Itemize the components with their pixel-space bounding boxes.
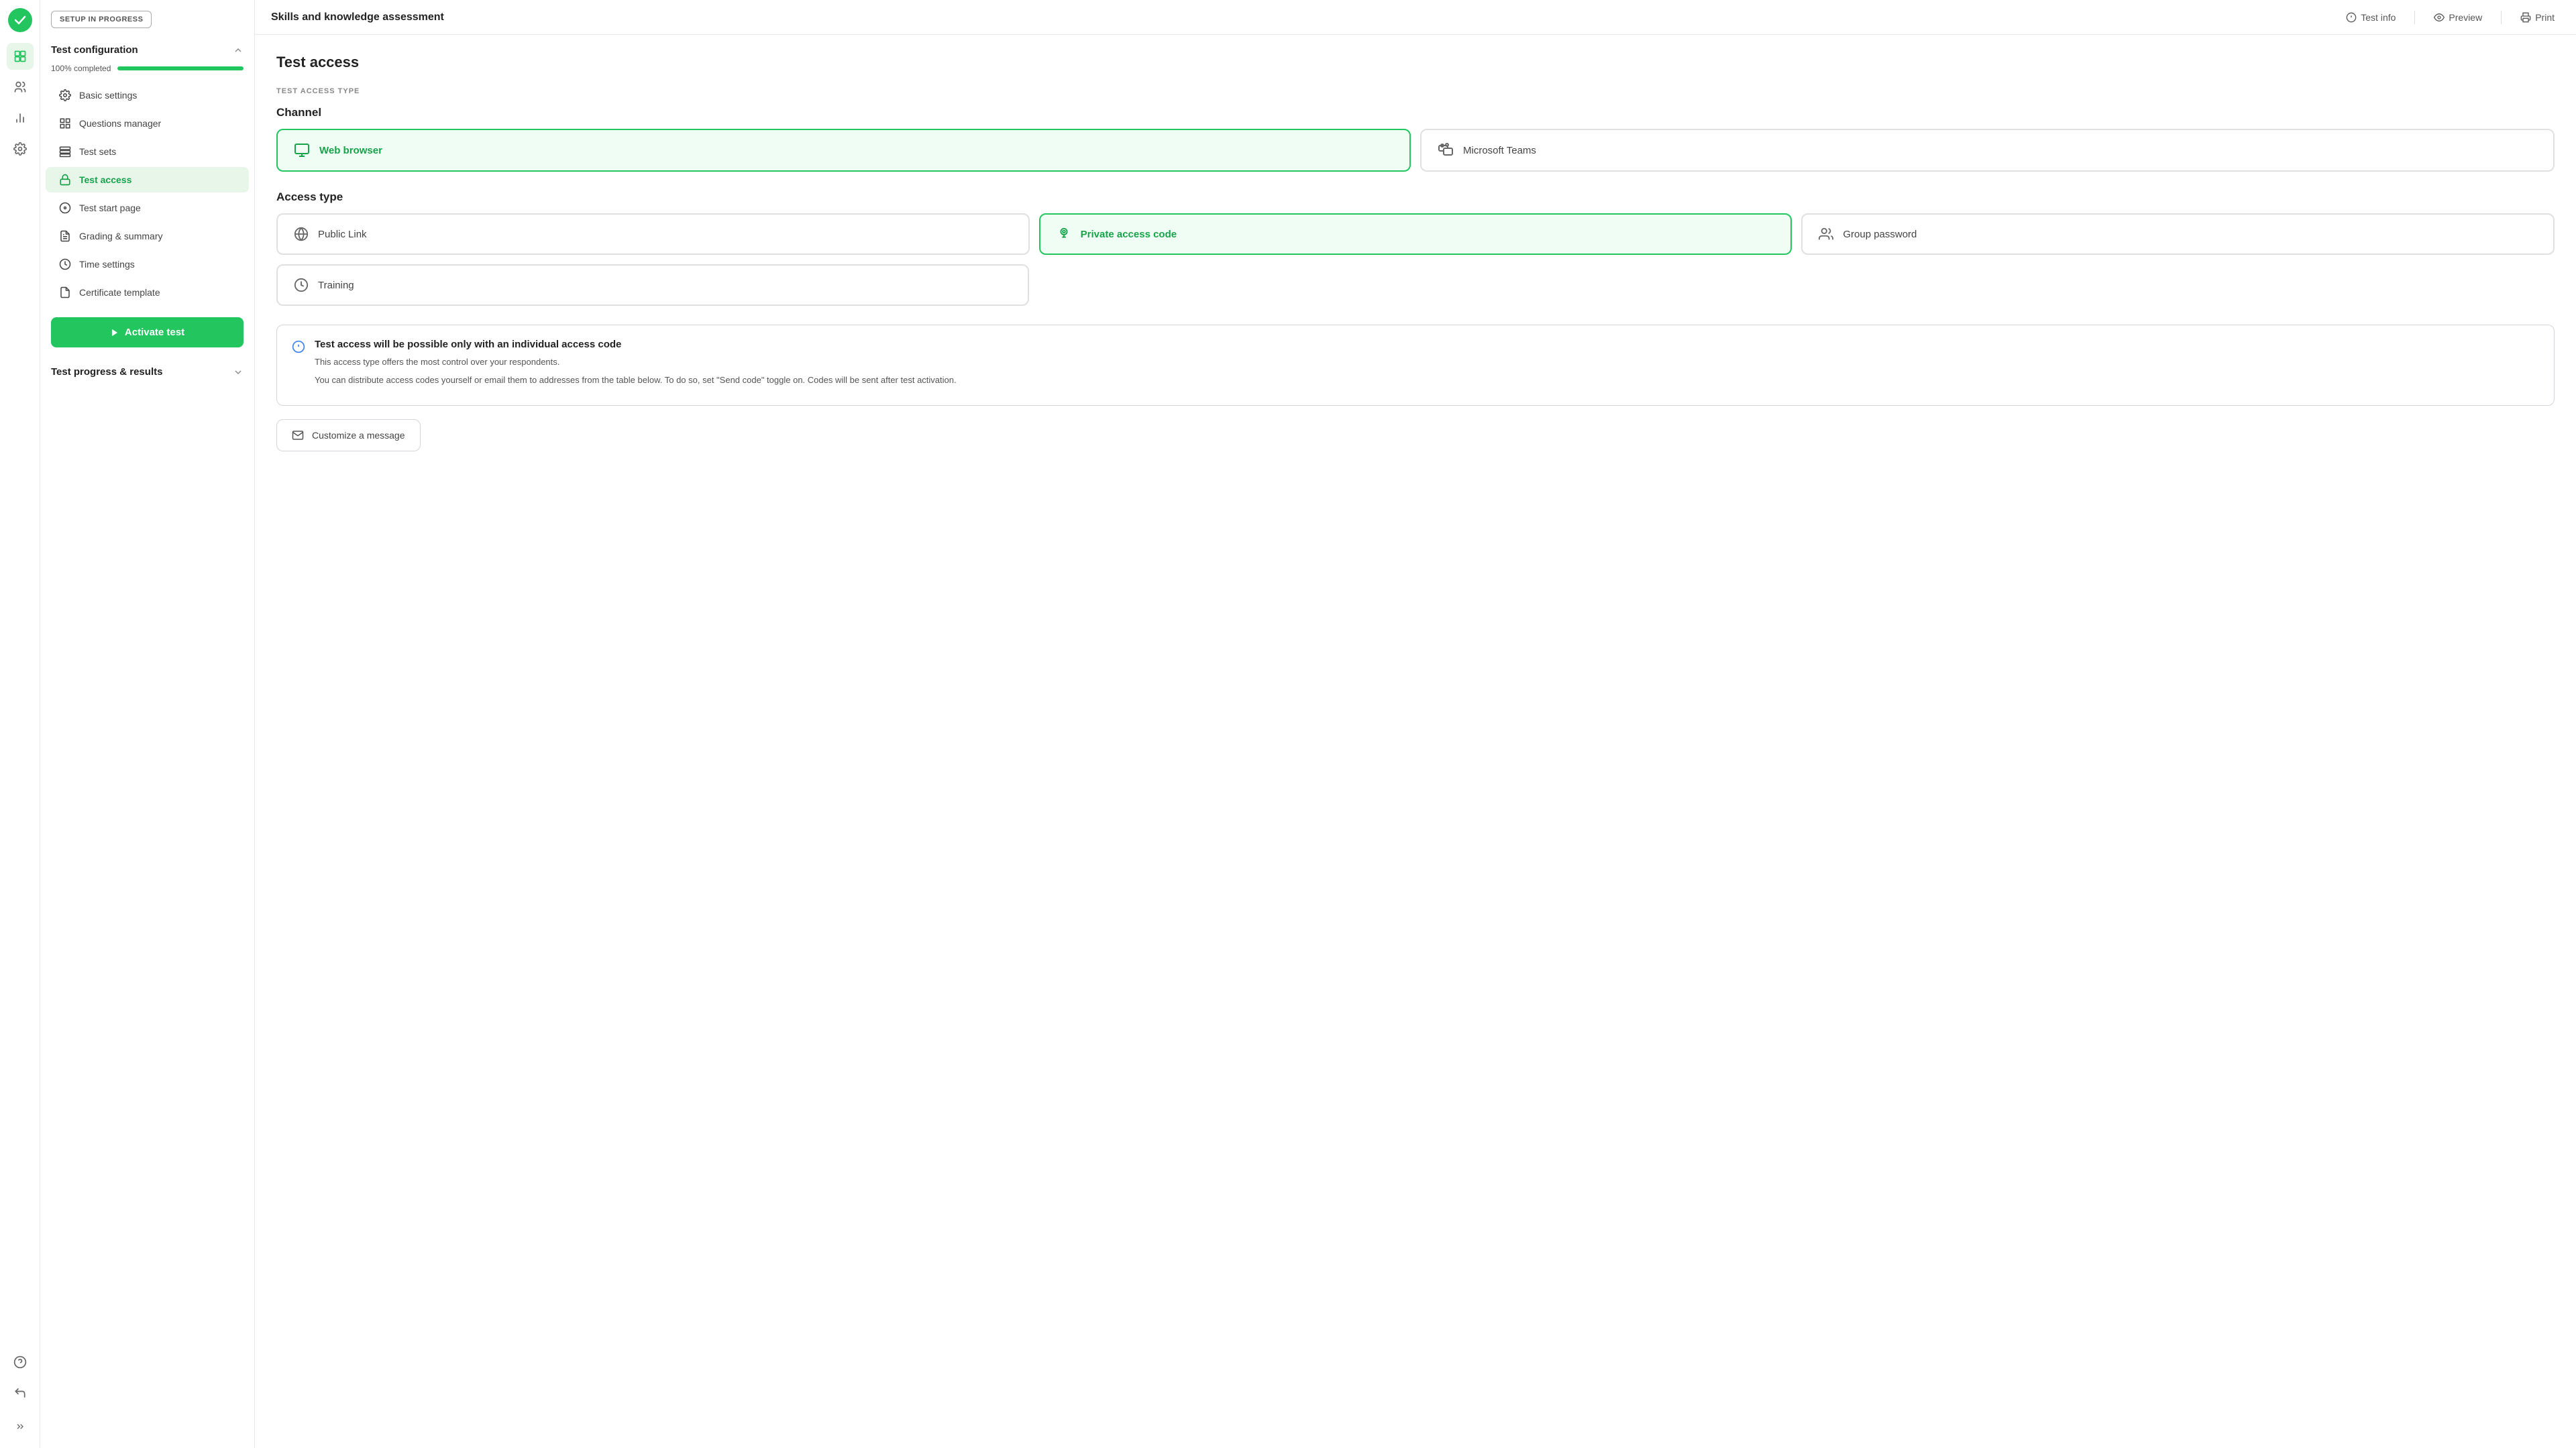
access-type-grid-row2: Training — [276, 264, 2555, 306]
nav-back-icon[interactable] — [7, 1380, 34, 1406]
nav-analytics-icon[interactable] — [7, 105, 34, 131]
sidebar-item-time-settings-label: Time settings — [79, 259, 135, 270]
setup-badge: SETUP IN PROGRESS — [51, 11, 152, 28]
content-inner: Test access TEST ACCESS TYPE Channel Web… — [255, 35, 2576, 1448]
topbar-divider-2 — [2501, 11, 2502, 24]
access-type-public-link[interactable]: Public Link — [276, 213, 1030, 255]
test-info-button[interactable]: Test info — [2341, 8, 2401, 27]
sidebar-item-test-sets-label: Test sets — [79, 146, 116, 157]
sidebar-item-certificate-template-label: Certificate template — [79, 287, 160, 298]
play-icon — [110, 328, 119, 337]
nav-settings-icon[interactable] — [7, 135, 34, 162]
icon-bar — [0, 0, 40, 1448]
sidebar-item-time-settings[interactable]: Time settings — [46, 252, 249, 277]
info-box-text1: This access type offers the most control… — [315, 355, 957, 370]
topbar-title: Skills and knowledge assessment — [271, 11, 444, 23]
test-config-chevron-icon — [233, 45, 244, 56]
section-label: TEST ACCESS TYPE — [276, 87, 2555, 95]
nav-expand-icon[interactable] — [7, 1413, 34, 1440]
info-box-title: Test access will be possible only with a… — [315, 339, 957, 350]
group-password-icon — [1819, 227, 1833, 241]
certificate-template-icon — [59, 286, 71, 298]
access-type-group-password[interactable]: Group password — [1801, 213, 2555, 255]
info-box-content: Test access will be possible only with a… — [315, 339, 957, 392]
test-progress-title: Test progress & results — [51, 366, 162, 378]
info-box: Test access will be possible only with a… — [276, 325, 2555, 406]
sidebar-item-test-access-label: Test access — [79, 174, 131, 185]
sidebar-item-grading-summary[interactable]: Grading & summary — [46, 223, 249, 249]
teams-icon — [1438, 142, 1454, 158]
sidebar: SETUP IN PROGRESS Test configuration 100… — [40, 0, 255, 1448]
test-access-icon — [59, 174, 71, 186]
nav-users-icon[interactable] — [7, 74, 34, 101]
test-progress-chevron-icon — [233, 367, 244, 378]
topbar-divider-1 — [2414, 11, 2415, 24]
content-area: Test access TEST ACCESS TYPE Channel Web… — [255, 35, 2576, 1448]
progress-label: 100% completed — [51, 64, 111, 73]
channel-web-browser[interactable]: Web browser — [276, 129, 1411, 172]
grading-summary-icon — [59, 230, 71, 242]
sidebar-item-test-sets[interactable]: Test sets — [46, 139, 249, 164]
access-type-private-code[interactable]: Private access code — [1039, 213, 1792, 255]
time-settings-icon — [59, 258, 71, 270]
app-logo — [8, 8, 32, 32]
access-type-training[interactable]: Training — [276, 264, 1029, 306]
test-config-title: Test configuration — [51, 44, 138, 56]
print-icon — [2520, 12, 2531, 23]
progress-row: 100% completed — [40, 61, 254, 81]
channel-microsoft-teams[interactable]: Microsoft Teams — [1420, 129, 2555, 172]
activate-test-button[interactable]: Activate test — [51, 317, 244, 347]
sidebar-item-questions-manager[interactable]: Questions manager — [46, 111, 249, 136]
channel-grid: Web browser Microsoft Teams — [276, 129, 2555, 172]
page-title: Test access — [276, 54, 2555, 71]
main-area: Skills and knowledge assessment Test inf… — [255, 0, 2576, 1448]
topbar: Skills and knowledge assessment Test inf… — [255, 0, 2576, 35]
sidebar-item-grading-summary-label: Grading & summary — [79, 231, 162, 241]
monitor-icon — [294, 142, 310, 158]
basic-settings-icon — [59, 89, 71, 101]
progress-bar — [117, 66, 244, 70]
preview-icon — [2434, 12, 2445, 23]
access-type-grid: Public Link Private access code Group pa… — [276, 213, 2555, 255]
sidebar-item-test-start-page[interactable]: Test start page — [46, 195, 249, 221]
preview-button[interactable]: Preview — [2428, 8, 2487, 27]
sidebar-item-basic-settings-label: Basic settings — [79, 90, 137, 101]
info-box-icon — [292, 340, 305, 392]
nav-home-icon[interactable] — [7, 43, 34, 70]
sidebar-item-certificate-template[interactable]: Certificate template — [46, 280, 249, 305]
message-icon — [292, 429, 304, 441]
private-code-icon — [1057, 227, 1071, 241]
info-box-text2: You can distribute access codes yourself… — [315, 374, 957, 388]
customize-message-button[interactable]: Customize a message — [276, 419, 421, 451]
progress-bar-fill — [117, 66, 244, 70]
test-start-page-icon — [59, 202, 71, 214]
channel-label: Channel — [276, 106, 2555, 119]
sidebar-item-questions-manager-label: Questions manager — [79, 118, 161, 129]
info-circle-icon — [2346, 12, 2357, 23]
print-button[interactable]: Print — [2515, 8, 2560, 27]
access-type-label: Access type — [276, 190, 2555, 204]
nav-help-icon[interactable] — [7, 1349, 34, 1376]
info-icon — [292, 340, 305, 353]
test-config-section-header[interactable]: Test configuration — [40, 39, 254, 61]
sidebar-item-basic-settings[interactable]: Basic settings — [46, 82, 249, 108]
topbar-actions: Test info Preview Print — [2341, 8, 2560, 27]
sidebar-item-test-access[interactable]: Test access — [46, 167, 249, 192]
globe-icon — [294, 227, 309, 241]
training-icon — [294, 278, 309, 292]
test-progress-section-header[interactable]: Test progress & results — [40, 358, 254, 383]
questions-manager-icon — [59, 117, 71, 129]
test-sets-icon — [59, 146, 71, 158]
sidebar-item-test-start-page-label: Test start page — [79, 203, 141, 213]
